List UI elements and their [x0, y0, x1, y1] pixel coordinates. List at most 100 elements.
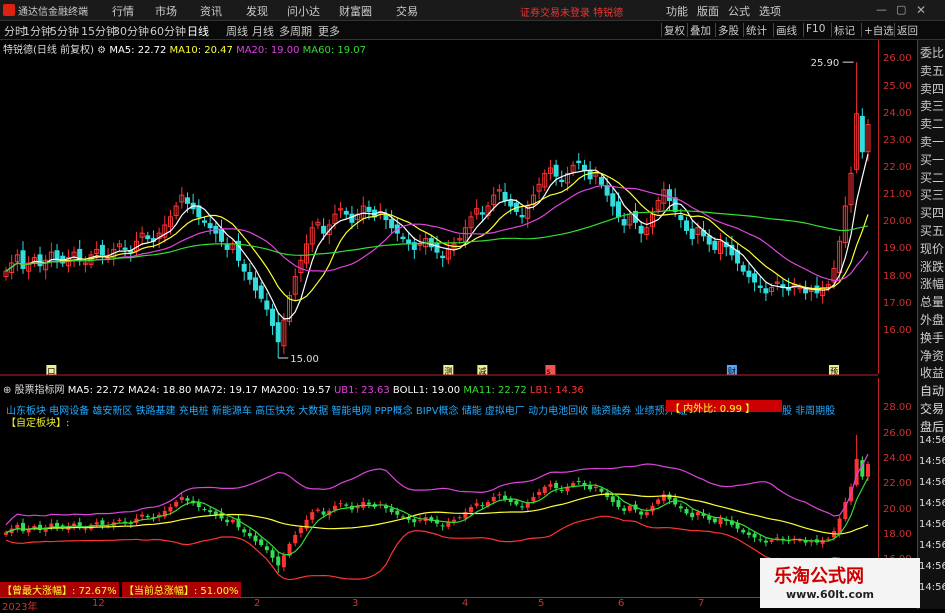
date-tick: 7 [698, 598, 705, 609]
candle-body [689, 228, 695, 240]
period-tab-3[interactable]: 15分钟 [81, 23, 117, 39]
side-item-19[interactable]: 自动 [920, 385, 944, 397]
tool-button-3[interactable]: 统计 [746, 23, 767, 38]
side-item-10[interactable]: 买五 [920, 225, 944, 237]
side-item-8[interactable]: 买三 [920, 189, 944, 201]
tool-separator [861, 23, 862, 37]
date-tick: 5 [538, 598, 545, 609]
tool-button-2[interactable]: 多股 [718, 23, 739, 38]
side-item-16[interactable]: 换手 [920, 332, 944, 344]
side-item-7[interactable]: 买二 [920, 172, 944, 184]
maximize-icon[interactable]: ▢ [896, 3, 906, 16]
indicator-candle-body [610, 496, 615, 502]
tool-button-6[interactable]: 标记 [834, 23, 855, 38]
period-tab-6[interactable]: 日线 [187, 23, 209, 39]
candle-body [270, 308, 276, 326]
indicator-candle-body [452, 519, 457, 522]
candle-body [207, 223, 213, 229]
indicator-candle-body [514, 500, 519, 505]
side-item-0[interactable]: 委比 [920, 47, 944, 59]
main-chart-header: 特锐德(日线 前复权) ⚙ MA5: 22.72 MA10: 20.47 MA2… [3, 41, 366, 56]
menu-item-1[interactable]: 市场 [155, 3, 177, 19]
high-label: 25.90 [811, 58, 840, 69]
price-tick: 18.00 [883, 270, 912, 282]
indicator-name[interactable]: 股票指标网 [15, 385, 65, 396]
side-item-11[interactable]: 现价 [920, 243, 944, 255]
tool-button-5[interactable]: F10 [806, 23, 825, 35]
side-item-2[interactable]: 卖四 [920, 83, 944, 95]
side-item-3[interactable]: 卖三 [920, 100, 944, 112]
period-tab-1[interactable]: 1分钟 [23, 23, 52, 39]
tool-button-1[interactable]: 叠加 [690, 23, 711, 38]
indicator-candle-body [117, 519, 122, 522]
tool-button-7[interactable]: +自选 [864, 23, 894, 38]
right-menu-item-0[interactable]: 功能 [666, 3, 688, 19]
candle-body [275, 322, 281, 343]
candlestick-chart[interactable]: 25.9015.00口测减 s 财预 [0, 40, 878, 376]
right-menu-item-2[interactable]: 公式 [728, 3, 750, 19]
menu-item-4[interactable]: 问小达 [287, 3, 320, 19]
indicator-candle-body [616, 500, 621, 508]
candle-body [587, 170, 593, 180]
side-item-20[interactable]: 交易 [920, 403, 944, 415]
menu-item-2[interactable]: 资讯 [200, 3, 222, 19]
low-label: 15.00 [290, 354, 319, 365]
indicator-icon: ⊕ [3, 385, 15, 396]
indicator-candle-body [593, 486, 598, 489]
period-tab-7[interactable]: 周线 [226, 23, 248, 39]
indicator-candle-body [174, 501, 179, 507]
price-tick: 24.00 [883, 107, 912, 119]
menu-item-3[interactable]: 发现 [246, 3, 268, 19]
side-item-15[interactable]: 外盘 [920, 314, 944, 326]
indicator-candle-body [100, 520, 105, 525]
gear-icon[interactable]: ⚙ [97, 45, 109, 56]
indicator-candle-body [775, 537, 780, 539]
period-tab-2[interactable]: 5分钟 [50, 23, 79, 39]
menu-item-6[interactable]: 交易 [396, 3, 418, 19]
upper-band-line [5, 453, 869, 526]
candle-body [196, 205, 202, 218]
menu-item-0[interactable]: 行情 [112, 3, 134, 19]
side-item-1[interactable]: 卖五 [920, 65, 944, 77]
period-tab-9[interactable]: 多周期 [279, 23, 312, 39]
candle-body [684, 220, 690, 231]
side-item-14[interactable]: 总量 [920, 296, 944, 308]
sector-list: 山东板块 电网设备 雄安新区 铁路基建 充电桩 新能源车 高压快充 大数据 智能… [6, 406, 688, 417]
login-status[interactable]: 证券交易未登录 特锐德 [520, 4, 623, 19]
tool-button-4[interactable]: 画线 [776, 23, 797, 38]
price-tick: 19.00 [883, 243, 912, 255]
minimize-icon[interactable]: — [876, 3, 887, 16]
ma-legend: MA5: 22.72 MA10: 20.47 MA20: 19.00 MA60:… [109, 45, 366, 56]
period-tab-4[interactable]: 30分钟 [113, 23, 149, 39]
stock-label: 特锐德(日线 前复权) [3, 45, 94, 56]
side-item-21[interactable]: 盘后 [920, 421, 944, 433]
period-tab-10[interactable]: 更多 [318, 23, 340, 39]
period-tab-8[interactable]: 月线 [252, 23, 274, 39]
date-tick: 12 [92, 598, 105, 609]
candle-body [389, 219, 395, 229]
side-item-5[interactable]: 卖一 [920, 136, 944, 148]
indicator-candle-body [474, 503, 479, 506]
right-menu-item-1[interactable]: 版面 [697, 3, 719, 19]
date-tick: 3 [352, 598, 359, 609]
side-item-9[interactable]: 买四 [920, 207, 944, 219]
side-item-17[interactable]: 净资 [920, 350, 944, 362]
tool-button-8[interactable]: 返回 [897, 23, 918, 38]
side-item-13[interactable]: 涨幅 [920, 278, 944, 290]
indicator-tick: 18.00 [883, 528, 912, 540]
side-item-4[interactable]: 卖二 [920, 118, 944, 130]
side-item-18[interactable]: 收益 [920, 367, 944, 379]
watermark-title: 乐淘公式网 [774, 566, 864, 587]
right-menu-item-3[interactable]: 选项 [759, 3, 781, 19]
indicator-candle-body [225, 519, 230, 523]
tool-button-0[interactable]: 复权 [664, 23, 685, 38]
close-icon[interactable]: ✕ [916, 3, 926, 17]
side-item-6[interactable]: 买一 [920, 154, 944, 166]
indicator-candle-body [321, 511, 326, 515]
period-tab-5[interactable]: 60分钟 [150, 23, 186, 39]
menu-item-5[interactable]: 财富圈 [339, 3, 372, 19]
indicator-line-label-5: BOLL1: 19.00 [389, 385, 461, 396]
indicator-candle-body [242, 529, 247, 533]
candle-body [201, 220, 207, 223]
side-item-12[interactable]: 涨跌 [920, 261, 944, 273]
